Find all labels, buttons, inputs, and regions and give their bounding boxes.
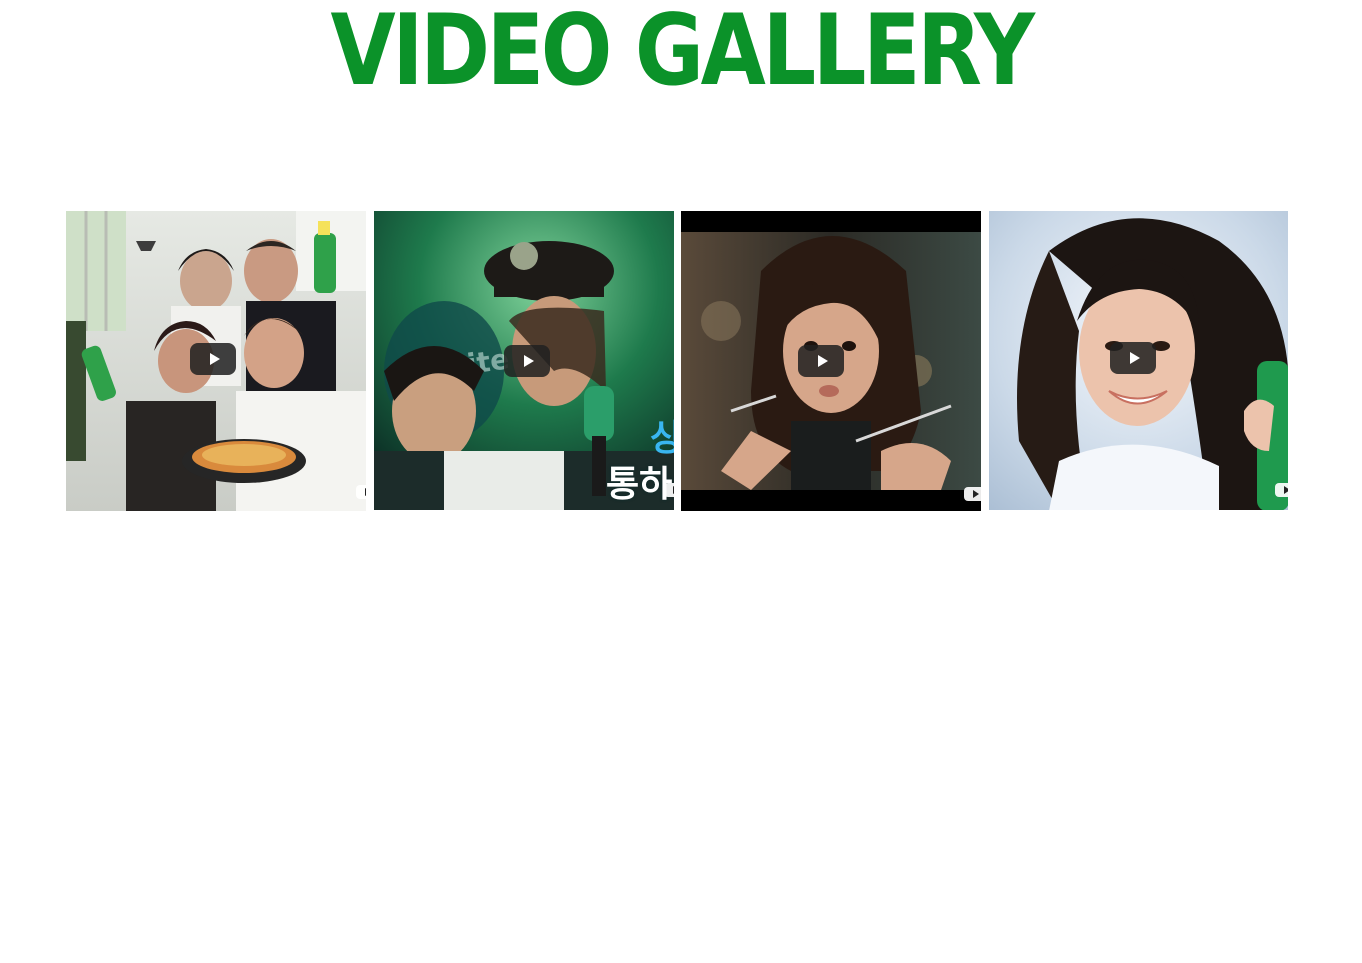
youtube-logo-icon: [664, 483, 674, 497]
play-icon: [523, 355, 534, 367]
youtube-logo-icon: [356, 485, 366, 499]
video-thumbnail-3[interactable]: [681, 211, 981, 511]
play-icon: [1129, 352, 1140, 364]
video-thumbnail-4[interactable]: [989, 211, 1288, 510]
youtube-logo-icon: [964, 487, 981, 501]
page-title: VIDEO GALLERY: [330, 0, 1035, 108]
play-button[interactable]: [1110, 342, 1156, 374]
video-gallery: Sprite 상 통하: [66, 211, 1288, 511]
video-thumbnail-2[interactable]: Sprite 상 통하: [374, 211, 674, 510]
play-icon: [209, 353, 220, 365]
video-thumbnail-1[interactable]: [66, 211, 366, 511]
video-2-caption-line2: 통하: [606, 464, 673, 505]
play-button[interactable]: [798, 345, 844, 377]
play-icon: [817, 355, 828, 367]
youtube-logo-icon: [1275, 483, 1288, 497]
play-button[interactable]: [504, 345, 550, 377]
play-button[interactable]: [190, 343, 236, 375]
video-2-caption-line1: 상: [650, 418, 674, 459]
